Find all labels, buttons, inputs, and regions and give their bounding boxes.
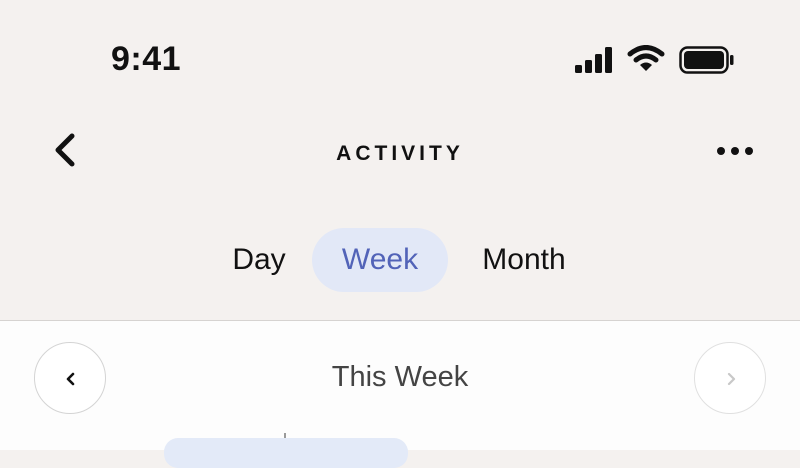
more-options-button[interactable]	[712, 136, 758, 166]
period-segmented-control: Day Week Month	[0, 228, 800, 292]
segment-day[interactable]: Day	[214, 228, 304, 292]
battery-full-icon	[679, 46, 734, 74]
segment-month[interactable]: Month	[462, 228, 586, 292]
segment-week[interactable]: Week	[312, 228, 448, 292]
chevron-right-icon	[727, 372, 736, 386]
page-title: ACTIVITY	[336, 142, 464, 165]
period-label: This Week	[331, 361, 469, 393]
status-bar: 9:41	[0, 0, 800, 110]
status-time: 9:41	[111, 40, 182, 78]
ellipsis-icon	[717, 147, 753, 155]
navigation-bar: ACTIVITY	[0, 120, 800, 190]
wifi-icon	[627, 45, 665, 71]
content-area: This Week	[0, 321, 800, 468]
chart-highlight	[164, 438, 408, 468]
cellular-signal-icon	[575, 47, 612, 73]
next-week-button[interactable]	[694, 342, 766, 414]
